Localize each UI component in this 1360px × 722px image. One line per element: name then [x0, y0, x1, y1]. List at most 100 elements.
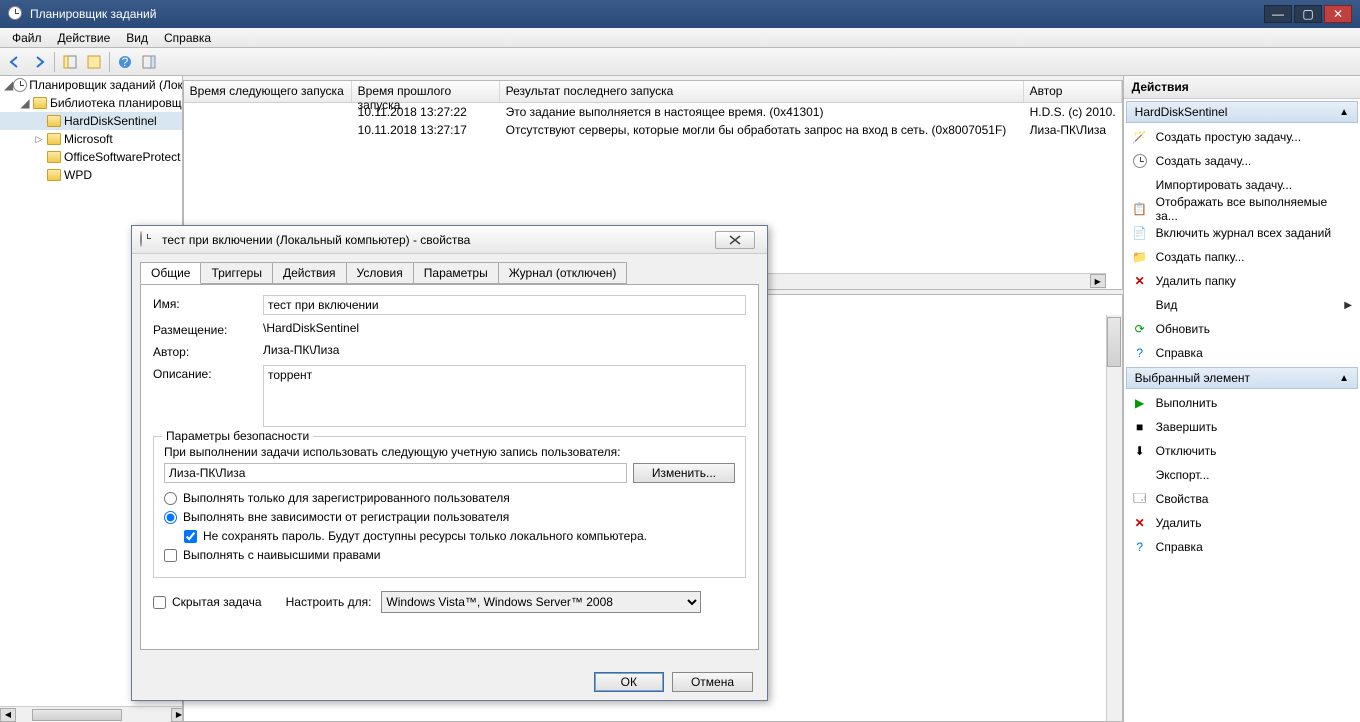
- name-label: Имя:: [153, 295, 263, 311]
- tab-settings[interactable]: Параметры: [413, 262, 499, 284]
- tab-general[interactable]: Общие: [140, 262, 201, 284]
- play-icon: ▶: [1132, 395, 1148, 411]
- radio-logged-on[interactable]: Выполнять только для зарегистрированного…: [164, 491, 735, 505]
- configure-for-select[interactable]: Windows Vista™, Windows Server™ 2008: [381, 591, 701, 613]
- wizard-icon: 🪄: [1132, 129, 1148, 145]
- description-label: Описание:: [153, 365, 263, 381]
- tab-content-general: Имя: Размещение: \HardDiskSentinel Автор…: [140, 285, 759, 650]
- tree-item-harddisksentinel[interactable]: HardDiskSentinel: [0, 112, 182, 130]
- help-icon: ?: [1132, 345, 1148, 361]
- actions-header: Действия: [1124, 76, 1360, 99]
- security-groupbox: Параметры безопасности При выполнении за…: [153, 436, 746, 578]
- check-highest-priv[interactable]: Выполнять с наивысшими правами: [164, 548, 735, 562]
- action-delete[interactable]: ✕Удалить: [1124, 511, 1360, 535]
- stop-icon: ■: [1132, 419, 1148, 435]
- radio-whether-logged[interactable]: Выполнять вне зависимости от регистрации…: [164, 510, 735, 524]
- dialog-icon: [140, 232, 156, 248]
- check-hidden-task[interactable]: Скрытая задача: [153, 595, 262, 609]
- show-hide-tree-button[interactable]: [59, 51, 81, 73]
- account-input: Лиза-ПК\Лиза: [164, 463, 627, 483]
- actions-pane: Действия HardDiskSentinel▲ 🪄Создать прос…: [1123, 76, 1360, 722]
- tree-item-microsoft[interactable]: ▷ Microsoft: [0, 130, 182, 148]
- action-help-2[interactable]: ?Справка: [1124, 535, 1360, 559]
- col-last-result[interactable]: Результат последнего запуска: [500, 81, 1024, 102]
- col-next-run[interactable]: Время следующего запуска: [184, 81, 352, 102]
- actions-group-harddisksentinel[interactable]: HardDiskSentinel▲: [1126, 101, 1358, 123]
- name-input[interactable]: [263, 295, 746, 315]
- action-run[interactable]: ▶Выполнить: [1124, 391, 1360, 415]
- action-create-task[interactable]: Создать задачу...: [1124, 149, 1360, 173]
- menu-help[interactable]: Справка: [156, 29, 219, 47]
- tab-conditions[interactable]: Условия: [346, 262, 414, 284]
- action-import-task[interactable]: Импортировать задачу...: [1124, 173, 1360, 197]
- action-enable-history[interactable]: 📄Включить журнал всех заданий: [1124, 221, 1360, 245]
- description-input[interactable]: [263, 365, 746, 427]
- task-row[interactable]: а 10.11.2018 13:27:17 Отсутствуют сервер…: [184, 121, 1122, 139]
- check-no-password[interactable]: Не сохранять пароль. Будут доступны ресу…: [184, 529, 735, 543]
- action-create-basic-task[interactable]: 🪄Создать простую задачу...: [1124, 125, 1360, 149]
- maximize-button[interactable]: ▢: [1294, 5, 1322, 23]
- menu-view[interactable]: Вид: [118, 29, 156, 47]
- menu-file[interactable]: Файл: [4, 29, 50, 47]
- tree-item-officesoftwareprotect[interactable]: OfficeSoftwareProtect: [0, 148, 182, 166]
- delete-icon: ✕: [1132, 515, 1148, 531]
- properties-icon: 🗔: [1132, 491, 1148, 507]
- tree-horizontal-scrollbar[interactable]: ◀▶: [0, 706, 183, 722]
- show-actions-button[interactable]: [138, 51, 160, 73]
- action-end[interactable]: ■Завершить: [1124, 415, 1360, 439]
- dialog-tabs: Общие Триггеры Действия Условия Параметр…: [140, 262, 759, 285]
- detail-vertical-scrollbar[interactable]: [1106, 315, 1122, 721]
- action-delete-folder[interactable]: ✕Удалить папку: [1124, 269, 1360, 293]
- tree-item-wpd[interactable]: WPD: [0, 166, 182, 184]
- action-properties[interactable]: 🗔Свойства: [1124, 487, 1360, 511]
- tree-library[interactable]: ◢ Библиотека планировщ: [0, 94, 182, 112]
- action-view[interactable]: Вид▶: [1124, 293, 1360, 317]
- tab-actions[interactable]: Действия: [272, 262, 347, 284]
- help-icon: ?: [1132, 539, 1148, 555]
- help-button[interactable]: ?: [114, 51, 136, 73]
- properties-button[interactable]: [83, 51, 105, 73]
- new-folder-icon: 📁: [1132, 249, 1148, 265]
- col-last-run[interactable]: Время прошлого запуска: [352, 81, 500, 102]
- configure-for-label: Настроить для:: [286, 595, 372, 609]
- menu-action[interactable]: Действие: [50, 29, 119, 47]
- delete-icon: ✕: [1132, 273, 1148, 289]
- cancel-button[interactable]: Отмена: [672, 672, 753, 692]
- nav-back-button[interactable]: [4, 51, 26, 73]
- action-display-running[interactable]: 📋Отображать все выполняемые за...: [1124, 197, 1360, 221]
- dialog-titlebar: тест при включении (Локальный компьютер)…: [132, 226, 767, 254]
- task-icon: [1132, 153, 1148, 169]
- ok-button[interactable]: ОК: [594, 672, 664, 692]
- nav-forward-button[interactable]: [28, 51, 50, 73]
- menu-bar: Файл Действие Вид Справка: [0, 28, 1360, 48]
- col-author[interactable]: Автор: [1024, 81, 1122, 102]
- run-as-label: При выполнении задачи использовать следу…: [164, 445, 735, 459]
- tab-history[interactable]: Журнал (отключен): [498, 262, 628, 284]
- task-properties-dialog: тест при включении (Локальный компьютер)…: [131, 225, 768, 701]
- action-refresh[interactable]: ⟳Обновить: [1124, 317, 1360, 341]
- window-titlebar: Планировщик заданий — ▢ ✕: [0, 0, 1360, 28]
- task-row[interactable]: 10.11.2018 13:27:22 Это задание выполняе…: [184, 103, 1122, 121]
- minimize-button[interactable]: —: [1264, 5, 1292, 23]
- export-icon: [1132, 467, 1148, 483]
- action-new-folder[interactable]: 📁Создать папку...: [1124, 245, 1360, 269]
- import-icon: [1132, 177, 1148, 193]
- author-value: Лиза-ПК\Лиза: [263, 343, 746, 357]
- tab-triggers[interactable]: Триггеры: [200, 262, 273, 284]
- actions-group-selected[interactable]: Выбранный элемент▲: [1126, 367, 1358, 389]
- dialog-close-button[interactable]: [715, 231, 755, 249]
- svg-text:?: ?: [122, 55, 129, 69]
- tree-root-label: Планировщик заданий (Лок: [29, 78, 182, 92]
- change-user-button[interactable]: Изменить...: [633, 463, 735, 483]
- tree-root[interactable]: ◢ Планировщик заданий (Лок: [0, 76, 182, 94]
- toolbar: ?: [0, 48, 1360, 76]
- log-icon: 📄: [1132, 225, 1148, 241]
- action-export[interactable]: Экспорт...: [1124, 463, 1360, 487]
- view-icon: [1132, 297, 1148, 313]
- close-button[interactable]: ✕: [1324, 5, 1352, 23]
- action-help[interactable]: ?Справка: [1124, 341, 1360, 365]
- author-label: Автор:: [153, 343, 263, 359]
- action-disable[interactable]: ⬇Отключить: [1124, 439, 1360, 463]
- location-label: Размещение:: [153, 321, 263, 337]
- location-value: \HardDiskSentinel: [263, 321, 746, 335]
